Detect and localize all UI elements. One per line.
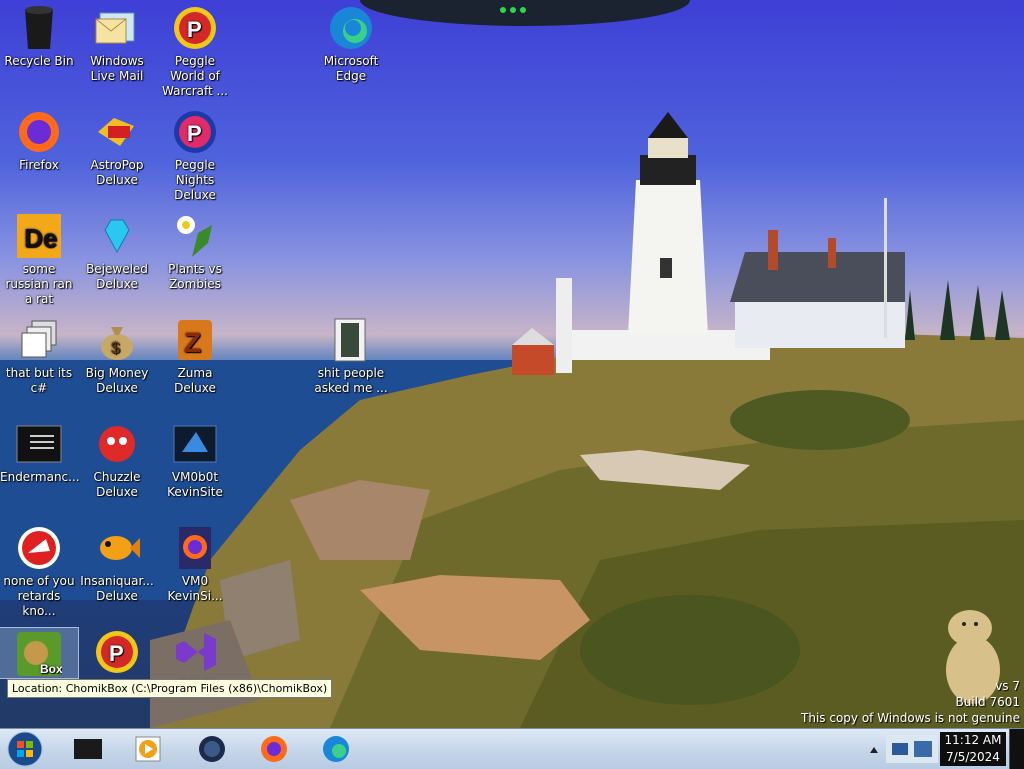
svg-text:De: De	[24, 223, 57, 253]
svg-text:P: P	[187, 121, 202, 146]
desktop-icon-astropop[interactable]: AstroPop Deluxe	[78, 104, 156, 188]
icon-label: Big Money Deluxe	[85, 366, 149, 395]
desktop-icon-peggle-nights[interactable]: P Peggle Nights Deluxe	[156, 104, 234, 203]
desktop-icon-some-russian[interactable]: De some russian ran a rat	[0, 208, 78, 307]
desktop-icon-peggle-wow[interactable]: P Peggle World of Warcraft ...	[156, 0, 234, 99]
icon-label: VM0b0t KevinSite	[167, 470, 223, 499]
media-player-icon	[135, 736, 161, 762]
windows-start-icon	[7, 731, 43, 767]
mail-icon	[93, 4, 141, 52]
terminal-icon	[15, 420, 63, 468]
desktop-icon-that-but-its-c[interactable]: that but its c#	[0, 312, 78, 396]
desktop-icon-chuzzle[interactable]: Chuzzle Deluxe	[78, 416, 156, 500]
desktop-icon-microsoft-edge[interactable]: Microsoft Edge	[312, 0, 390, 84]
red-circle-icon	[15, 524, 63, 572]
monitor-icon	[892, 741, 932, 757]
de-icon: De	[15, 212, 63, 260]
watermark-line3: This copy of Windows is not genuine	[801, 711, 1020, 725]
desktop[interactable]: Recycle Bin Firefox De some russian ran …	[0, 0, 1024, 728]
icon-label: Firefox	[19, 158, 59, 172]
chevron-up-icon	[870, 747, 878, 753]
taskbar-firefox[interactable]	[248, 731, 300, 767]
taskbar-globe[interactable]	[186, 731, 238, 767]
desktop-icon-big-money[interactable]: $ Big Money Deluxe	[78, 312, 156, 396]
clock-time: 11:12 AM	[944, 733, 1002, 747]
icon-label: Zuma Deluxe	[174, 366, 216, 395]
icon-label: Recycle Bin	[4, 54, 74, 68]
desktop-icon-none-of-you[interactable]: none of you retards kno...	[0, 520, 78, 619]
taskbar-media-player[interactable]	[122, 731, 174, 767]
show-desktop-button[interactable]	[1009, 729, 1024, 769]
svg-text:Box: Box	[40, 662, 62, 676]
globe-icon	[199, 736, 225, 762]
chuzzle-icon	[93, 420, 141, 468]
watermark-line1: vs 7	[995, 679, 1020, 693]
desktop-icon-bejeweled[interactable]: Bejeweled Deluxe	[78, 208, 156, 292]
icon-label: some russian ran a rat	[5, 262, 73, 306]
svg-text:P: P	[187, 17, 202, 42]
svg-text:$: $	[111, 340, 120, 357]
terminal-icon	[74, 739, 102, 759]
watermark-line2: Build 7601	[955, 695, 1020, 709]
icon-label: shit people asked me ...	[314, 366, 388, 395]
zuma-icon: Z	[171, 316, 219, 364]
recycle-bin-icon	[15, 4, 63, 52]
astropop-icon	[93, 108, 141, 156]
icon-label: that but its c#	[5, 366, 73, 395]
peggle-nights-icon: P	[171, 108, 219, 156]
icon-label: Chuzzle Deluxe	[93, 470, 141, 499]
icon-label: Microsoft Edge	[323, 54, 379, 83]
firefox-icon	[15, 108, 63, 156]
icon-label: AstroPop Deluxe	[90, 158, 144, 187]
taskbar: 11:12 AM 7/5/2024	[0, 728, 1024, 769]
icon-label: Windows Live Mail	[90, 54, 144, 83]
desktop-icon-vm0-kevinsite[interactable]: VM0 KevinSi...	[156, 520, 234, 604]
clock-date: 7/5/2024	[946, 750, 1000, 764]
plant-icon	[171, 212, 219, 260]
taskbar-terminal[interactable]	[62, 731, 114, 767]
visual-studio-icon	[171, 628, 219, 676]
desktop-icon-endermanc[interactable]: Endermanc...	[0, 416, 80, 485]
genuine-watermark: vs 7 Build 7601 This copy of Windows is …	[801, 678, 1020, 726]
clock[interactable]: 11:12 AM 7/5/2024	[940, 732, 1006, 766]
firefox-doc-icon	[171, 524, 219, 572]
taskbar-edge[interactable]	[310, 731, 362, 767]
desktop-icon-windows-live-mail[interactable]: Windows Live Mail	[78, 0, 156, 84]
peggle-icon: P	[93, 628, 141, 676]
icon-label: Endermanc...	[0, 470, 80, 484]
desktop-icon-insaniquarium[interactable]: Insaniquar... Deluxe	[78, 520, 156, 604]
desktop-icon-peggle-2[interactable]: P	[78, 624, 156, 678]
desktop-icon-chomikbox[interactable]: Box	[0, 627, 79, 679]
desktop-icon-firefox[interactable]: Firefox	[0, 104, 78, 173]
indicator-icon	[500, 7, 526, 13]
tooltip: Location: ChomikBox (C:\Program Files (x…	[7, 679, 333, 698]
desktop-icon-plants-vs-zombies[interactable]: Plants vs Zombies	[156, 208, 234, 292]
desktop-icon-zuma[interactable]: Z Zuma Deluxe	[156, 312, 234, 396]
start-button[interactable]	[3, 730, 47, 768]
tray-app-icon[interactable]	[886, 735, 938, 763]
edge-icon	[323, 736, 349, 762]
peggle-icon: P	[171, 4, 219, 52]
desktop-icon-shit-people-asked[interactable]: shit people asked me ...	[312, 312, 390, 396]
money-bag-icon: $	[93, 316, 141, 364]
gem-icon	[93, 212, 141, 260]
icon-label: Bejeweled Deluxe	[86, 262, 148, 291]
icon-label: Peggle World of Warcraft ...	[162, 54, 228, 98]
svg-text:P: P	[109, 641, 124, 666]
vm-icon	[171, 420, 219, 468]
icon-label: Plants vs Zombies	[168, 262, 222, 291]
firefox-icon	[261, 736, 287, 762]
icon-label: Insaniquar... Deluxe	[80, 574, 154, 603]
desktop-icon-recycle-bin[interactable]: Recycle Bin	[0, 0, 78, 69]
icon-label: VM0 KevinSi...	[167, 574, 223, 603]
windows-stack-icon	[15, 316, 63, 364]
icon-label: Peggle Nights Deluxe	[174, 158, 216, 202]
fish-icon	[93, 524, 141, 572]
svg-text:Z: Z	[184, 327, 201, 358]
desktop-icon-vm0b0t[interactable]: VM0b0t KevinSite	[156, 416, 234, 500]
folder-icon	[327, 316, 375, 364]
edge-icon	[327, 4, 375, 52]
icon-label: none of you retards kno...	[3, 574, 75, 618]
chomikbox-icon: Box	[15, 630, 63, 678]
